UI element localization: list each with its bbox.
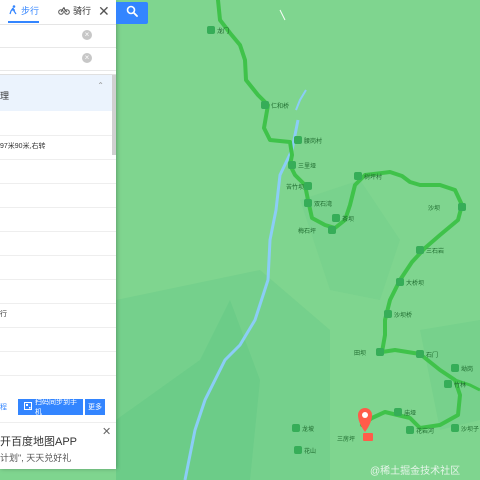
svg-text:树坪村: 树坪村 [364, 173, 382, 181]
route-step[interactable] [0, 111, 116, 136]
svg-text:坳岗: 坳岗 [461, 365, 473, 373]
svg-text:三房坪: 三房坪 [337, 435, 355, 443]
route-step[interactable] [0, 328, 116, 352]
svg-text:梅石坪: 梅石坪 [298, 227, 316, 235]
qrcode-icon [24, 402, 32, 412]
send-to-phone-label: 扫码同步到手机 [35, 399, 77, 416]
svg-text:田坝: 田坝 [354, 349, 366, 357]
route-summary[interactable]: 理 ⌃ [0, 75, 116, 111]
tab-walk-label: 步行 [21, 6, 40, 16]
svg-text:沙坝桥: 沙坝桥 [394, 311, 412, 319]
end-input[interactable]: × [0, 48, 116, 71]
svg-text:腰岗村: 腰岗村 [304, 137, 322, 145]
svg-text:花山: 花山 [304, 447, 316, 455]
svg-text:苦竹坝: 苦竹坝 [286, 183, 304, 191]
tab-bike[interactable]: 骑行 [58, 4, 91, 17]
app-promo-banner[interactable]: 开百度地图APP 计划", 天天兑好礼 ✕ [0, 422, 116, 469]
svg-text:竹林: 竹林 [454, 381, 466, 389]
search-button[interactable] [116, 2, 148, 24]
route-step[interactable]: 行 [0, 304, 116, 328]
route-panel: 步行 骑行 ✕ × × 理 ⌃ 97米90米,右转 行 程 扫码同步到手机 更多… [0, 0, 116, 469]
svg-text:花岩河: 花岩河 [416, 427, 434, 435]
route-step[interactable] [0, 160, 116, 184]
search-icon [126, 4, 138, 22]
walk-icon [8, 4, 18, 17]
promo-title: 开百度地图APP [0, 436, 78, 448]
clear-end-icon[interactable]: × [82, 53, 92, 63]
close-promo-button[interactable]: ✕ [102, 425, 111, 438]
svg-text:仁和桥: 仁和桥 [271, 102, 289, 110]
print-route-button[interactable]: 程 [0, 402, 18, 412]
tab-bike-label: 骑行 [73, 6, 92, 16]
watermark-text: @稀土掘金技术社区 [370, 466, 461, 477]
route-summary-text: 理 [0, 91, 10, 101]
route-step[interactable] [0, 376, 116, 393]
route-step[interactable] [0, 256, 116, 280]
tab-walk[interactable]: 步行 [8, 4, 40, 23]
svg-text:庙垭: 庙垭 [404, 409, 416, 417]
route-step[interactable] [0, 352, 116, 376]
close-route-button[interactable]: ✕ [98, 3, 110, 20]
route-step[interactable] [0, 184, 116, 208]
route-step[interactable] [0, 280, 116, 304]
start-input[interactable]: × [0, 25, 116, 48]
svg-text:沙坝子: 沙坝子 [461, 425, 479, 433]
svg-text:石门: 石门 [426, 351, 438, 359]
route-scrollbar[interactable] [112, 75, 116, 155]
send-to-phone-button[interactable]: 扫码同步到手机 [18, 399, 83, 416]
svg-text:三石岩: 三石岩 [426, 247, 444, 255]
svg-text:沙坝: 沙坝 [428, 204, 440, 212]
svg-text:大桥坝: 大桥坝 [406, 279, 424, 287]
route-step[interactable] [0, 208, 116, 232]
promo-subtitle: 计划", 天天兑好礼 [0, 453, 72, 463]
svg-text:龙门: 龙门 [217, 27, 229, 35]
bike-icon [58, 5, 70, 17]
chevron-up-icon[interactable]: ⌃ [97, 81, 104, 90]
travel-mode-bar: 步行 骑行 ✕ [0, 0, 116, 25]
more-button[interactable]: 更多 [85, 399, 105, 415]
route-steps-list: 理 ⌃ 97米90米,右转 行 [0, 74, 116, 393]
route-toolbar: 程 扫码同步到手机 更多 [0, 398, 116, 416]
svg-text:茶坝: 茶坝 [342, 215, 354, 223]
clear-start-icon[interactable]: × [82, 30, 92, 40]
svg-text:龙坡: 龙坡 [302, 425, 314, 433]
svg-text:双石湾: 双石湾 [314, 200, 332, 208]
route-step[interactable] [0, 232, 116, 256]
svg-text:三里垭: 三里垭 [298, 162, 316, 170]
route-step[interactable]: 97米90米,右转 [0, 136, 116, 160]
